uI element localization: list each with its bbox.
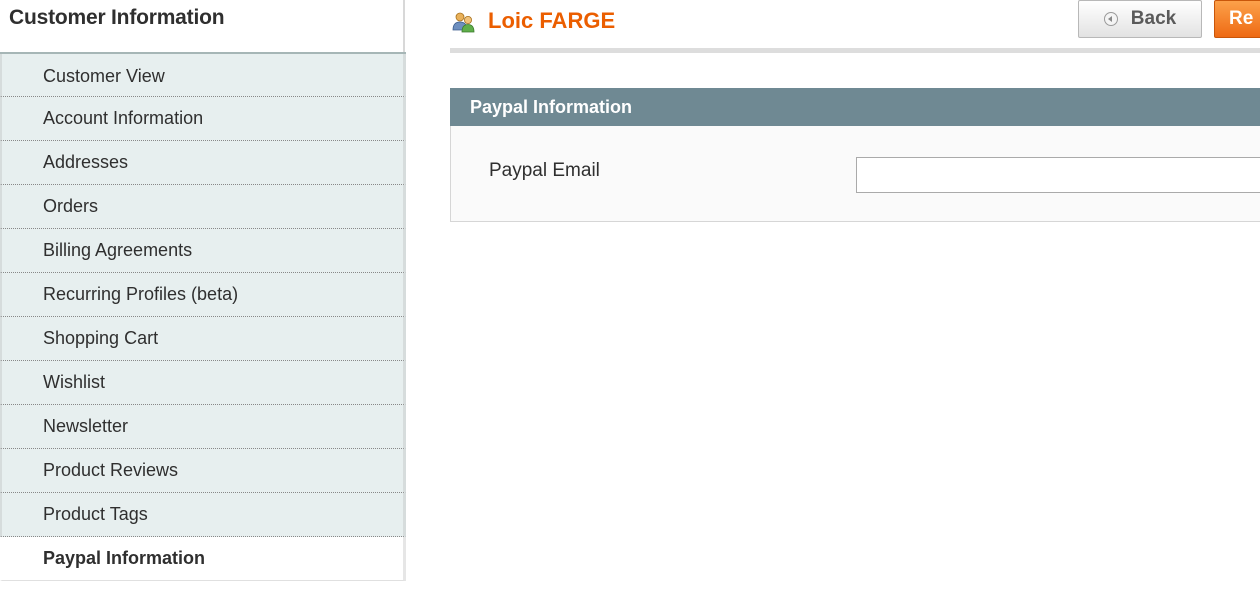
sidebar-title: Customer Information: [9, 6, 225, 29]
back-arrow-icon: [1103, 12, 1118, 26]
section-header: Paypal Information: [450, 88, 1260, 126]
tab-orders[interactable]: Orders: [0, 185, 406, 229]
customer-icon: [452, 11, 476, 33]
tab-paypal-information[interactable]: Paypal Information: [0, 537, 406, 581]
back-button[interactable]: Back: [1078, 0, 1202, 38]
paypal-email-field[interactable]: [856, 157, 1260, 193]
paypal-email-label: Paypal Email: [489, 160, 600, 181]
sidebar-tabs: Customer View Account Information Addres…: [0, 52, 406, 581]
tab-wishlist[interactable]: Wishlist: [0, 361, 406, 405]
reset-button[interactable]: Re: [1214, 0, 1260, 38]
tab-billing-agreements[interactable]: Billing Agreements: [0, 229, 406, 273]
tab-customer-view[interactable]: Customer View: [0, 54, 406, 97]
tab-shopping-cart[interactable]: Shopping Cart: [0, 317, 406, 361]
tab-newsletter[interactable]: Newsletter: [0, 405, 406, 449]
section-body: Paypal Email: [450, 126, 1260, 222]
page-title: Loic FARGE: [488, 8, 616, 33]
tab-product-reviews[interactable]: Product Reviews: [0, 449, 406, 493]
sidebar: Customer Information Customer View Accou…: [0, 0, 406, 598]
tab-recurring-profiles[interactable]: Recurring Profiles (beta): [0, 273, 406, 317]
tab-product-tags[interactable]: Product Tags: [0, 493, 406, 537]
tab-addresses[interactable]: Addresses: [0, 141, 406, 185]
sidebar-divider: [403, 0, 405, 52]
tab-account-information[interactable]: Account Information: [0, 97, 406, 141]
back-button-label: Back: [1130, 8, 1177, 29]
header-divider: [450, 48, 1260, 53]
